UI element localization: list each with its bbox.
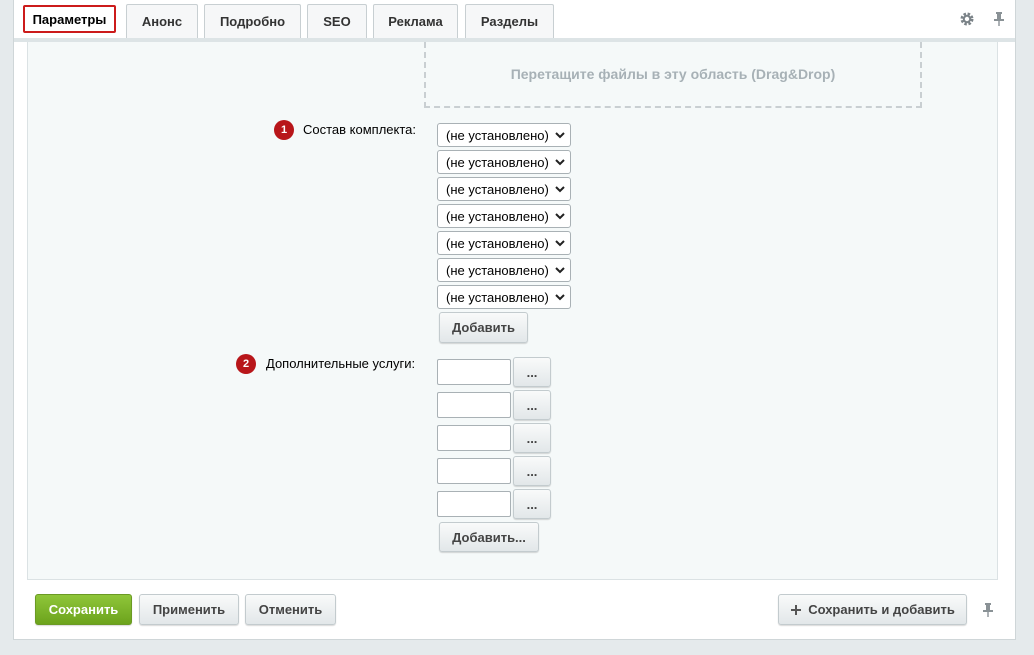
cancel-button[interactable]: Отменить bbox=[245, 594, 336, 625]
select-value: (не установлено) bbox=[446, 181, 549, 197]
chevron-down-icon bbox=[555, 159, 565, 166]
select-value: (не установлено) bbox=[446, 235, 549, 251]
apply-button[interactable]: Применить bbox=[139, 594, 239, 625]
chevron-down-icon bbox=[555, 267, 565, 274]
select-value: (не установлено) bbox=[446, 127, 549, 143]
tab-seo[interactable]: SEO bbox=[307, 4, 367, 38]
service-input[interactable] bbox=[437, 491, 511, 517]
tab-announce[interactable]: Анонс bbox=[126, 4, 198, 38]
select-value: (не установлено) bbox=[446, 262, 549, 278]
select-value: (не установлено) bbox=[446, 154, 549, 170]
kit-select[interactable]: (не установлено) bbox=[437, 204, 571, 228]
browse-button[interactable]: ... bbox=[513, 489, 551, 519]
chevron-down-icon bbox=[555, 294, 565, 301]
chevron-down-icon bbox=[555, 186, 565, 193]
kit-select[interactable]: (не установлено) bbox=[437, 231, 571, 255]
pin-icon[interactable] bbox=[979, 601, 997, 619]
plus-icon bbox=[791, 604, 802, 615]
edit-form: Параметры Анонс Подробно SEO Реклама Раз… bbox=[13, 0, 1016, 640]
browse-button[interactable]: ... bbox=[513, 357, 551, 387]
chevron-down-icon bbox=[555, 132, 565, 139]
file-dropzone[interactable]: Перетащите файлы в эту область (Drag&Dro… bbox=[424, 42, 922, 108]
tab-parameters[interactable]: Параметры bbox=[23, 5, 116, 33]
chevron-down-icon bbox=[555, 240, 565, 247]
kit-select[interactable]: (не установлено) bbox=[437, 177, 571, 201]
tab-ads[interactable]: Реклама bbox=[373, 4, 458, 38]
service-input[interactable] bbox=[437, 458, 511, 484]
select-value: (не установлено) bbox=[446, 208, 549, 224]
kit-badge: 1 bbox=[274, 120, 294, 140]
tab-sections[interactable]: Разделы bbox=[465, 4, 554, 38]
service-input[interactable] bbox=[437, 359, 511, 385]
kit-add-button[interactable]: Добавить bbox=[439, 312, 528, 343]
kit-select[interactable]: (не установлено) bbox=[437, 123, 571, 147]
save-button[interactable]: Сохранить bbox=[35, 594, 132, 625]
kit-select[interactable]: (не установлено) bbox=[437, 258, 571, 282]
tab-content: Перетащите файлы в эту область (Drag&Dro… bbox=[27, 42, 998, 580]
services-badge: 2 bbox=[236, 354, 256, 374]
browse-button[interactable]: ... bbox=[513, 390, 551, 420]
select-value: (не установлено) bbox=[446, 289, 549, 305]
service-input[interactable] bbox=[437, 392, 511, 418]
save-and-add-label: Сохранить и добавить bbox=[808, 602, 955, 617]
pin-icon[interactable] bbox=[990, 10, 1008, 28]
service-input[interactable] bbox=[437, 425, 511, 451]
gear-icon[interactable] bbox=[958, 10, 976, 28]
services-add-button[interactable]: Добавить... bbox=[439, 522, 539, 552]
kit-label: Состав комплекта: bbox=[303, 122, 417, 137]
browse-button[interactable]: ... bbox=[513, 456, 551, 486]
kit-select[interactable]: (не установлено) bbox=[437, 150, 571, 174]
kit-select[interactable]: (не установлено) bbox=[437, 285, 571, 309]
browse-button[interactable]: ... bbox=[513, 423, 551, 453]
services-label: Дополнительные услуги: bbox=[266, 356, 416, 371]
tab-bar: Параметры Анонс Подробно SEO Реклама Раз… bbox=[14, 0, 1015, 38]
dropzone-text: Перетащите файлы в эту область (Drag&Dro… bbox=[510, 66, 836, 82]
tab-details[interactable]: Подробно bbox=[204, 4, 301, 38]
chevron-down-icon bbox=[555, 213, 565, 220]
save-and-add-button[interactable]: Сохранить и добавить bbox=[778, 594, 967, 625]
